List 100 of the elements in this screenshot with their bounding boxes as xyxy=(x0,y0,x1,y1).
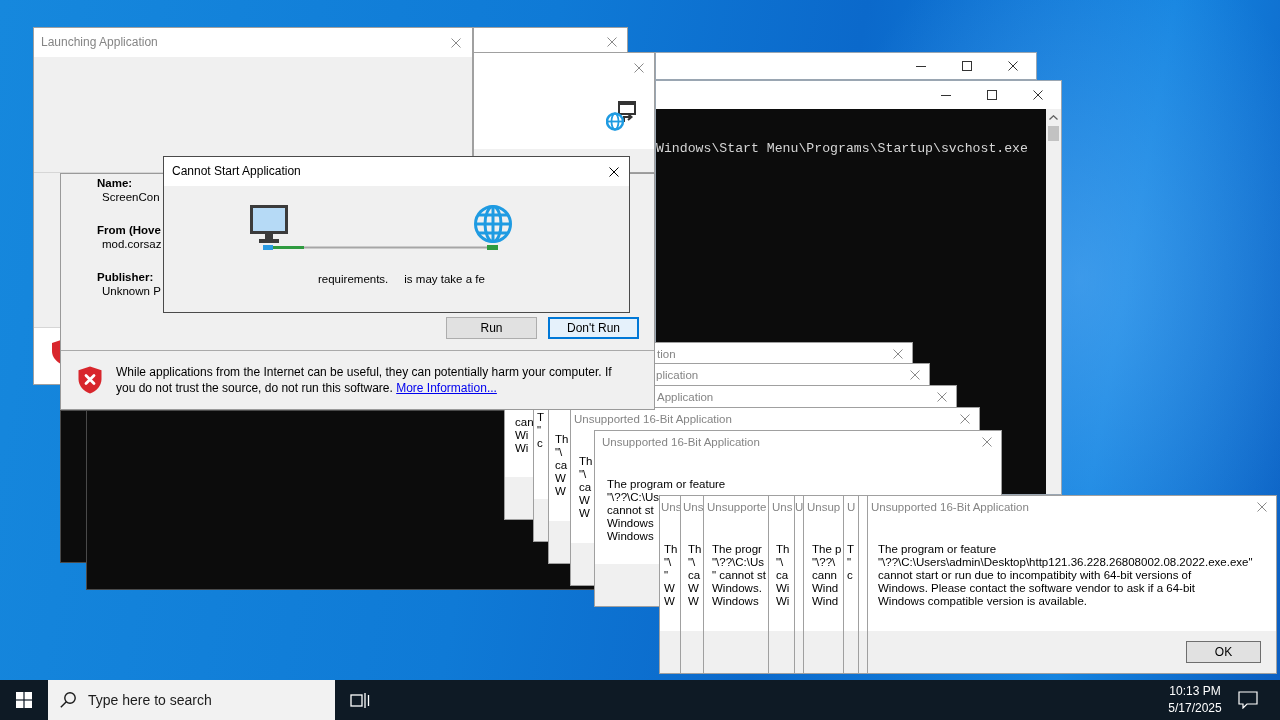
field-label: From (Hove xyxy=(97,223,161,237)
minimize-icon xyxy=(916,65,926,67)
message-text: c xyxy=(847,569,853,582)
scrollbar-thumb[interactable] xyxy=(1048,126,1059,141)
message-text: " xyxy=(537,424,542,437)
message-text: W xyxy=(664,582,675,595)
message-text: T xyxy=(537,411,545,424)
window-title: Uns xyxy=(683,499,704,515)
message-text: W xyxy=(579,507,590,520)
window-title: Cannot Start Application xyxy=(172,164,301,179)
console-text: Windows\Start Menu\Programs\Startup\svchost.exe xyxy=(656,141,1029,157)
window-title: U xyxy=(847,499,856,515)
task-view-icon xyxy=(350,691,370,709)
close-icon xyxy=(893,349,903,359)
message-text: " xyxy=(664,569,669,582)
scrollbar[interactable] xyxy=(1046,109,1061,494)
window-title: Application xyxy=(657,389,714,405)
close-icon xyxy=(609,166,619,177)
warning-text: While applications from the Internet can be useful, they can potentially harm your computer. If you do not trust the source, do not run this software. More Information... xyxy=(116,364,613,396)
message-text: Th xyxy=(664,543,678,556)
message-text: Windows compatible version is available. xyxy=(878,595,1087,608)
message-text: The progr xyxy=(712,543,762,556)
window-title: Unsupported 16-Bit Application xyxy=(602,434,760,450)
message-text: W xyxy=(555,472,566,485)
close-icon xyxy=(1257,502,1267,512)
window-title: Unsup xyxy=(807,499,841,515)
message-text: Wi xyxy=(776,582,790,595)
message-text: ca xyxy=(555,459,568,472)
close-icon xyxy=(607,37,617,47)
field-value: Unknown P xyxy=(102,284,161,298)
message-text: ca xyxy=(688,569,701,582)
message-text: "\ xyxy=(688,556,696,569)
message-text: The p xyxy=(812,543,842,556)
scroll-up-icon xyxy=(1049,115,1058,120)
message-text: ca xyxy=(579,481,592,494)
dialog-button[interactable]: Don't Run xyxy=(548,317,639,339)
window-title: Unsupported 16-Bit Application xyxy=(574,411,732,427)
close-icon xyxy=(1008,61,1018,71)
search-field[interactable]: Type here to search xyxy=(48,680,335,720)
message-text: W xyxy=(664,595,675,608)
message-text: Wind xyxy=(812,595,839,608)
message-text: "\??\C:\Users\admin\Desktop\http121.36.228.26808002.08.2022.exe.exe" xyxy=(878,556,1253,569)
chat-bubble-icon xyxy=(1237,691,1258,709)
message-text: W xyxy=(555,485,566,498)
message-text: "\ xyxy=(776,556,784,569)
message-text: "\ xyxy=(555,446,563,459)
window-title: tion xyxy=(657,346,676,362)
close-icon xyxy=(910,370,920,380)
window-title: Unsupporte xyxy=(707,499,767,515)
message-text: T xyxy=(847,543,855,556)
globe-icon xyxy=(474,205,512,243)
windows-logo-icon xyxy=(16,692,32,708)
window-title: Unsupported 16-Bit Application xyxy=(871,499,1029,515)
message-text: W xyxy=(688,595,699,608)
field-label: Name: xyxy=(97,176,133,190)
message-text: Wi xyxy=(515,429,529,442)
window-title: plication xyxy=(656,367,699,383)
close-icon xyxy=(937,392,947,402)
field-label: Publisher: xyxy=(97,270,154,284)
message-text: Windows. Please contact the software vendor to ask if a 64-bit xyxy=(878,582,1196,595)
shield-icon xyxy=(78,366,102,394)
field-value: mod.corsaz xyxy=(102,237,162,251)
status-text: requirements. xyxy=(318,272,389,286)
message-text: can xyxy=(515,416,534,429)
close-icon xyxy=(960,414,970,424)
minimize-icon xyxy=(941,94,951,96)
message-text: ca xyxy=(776,569,789,582)
message-text: c xyxy=(537,437,543,450)
ok-button[interactable]: OK xyxy=(1186,641,1261,663)
message-text: "\??\C:\Us xyxy=(607,491,659,504)
message-text: Wind xyxy=(812,582,839,595)
field-value: ScreenCon xyxy=(102,190,160,204)
close-icon xyxy=(634,62,644,73)
close-icon xyxy=(982,437,992,447)
close-icon xyxy=(1033,90,1043,100)
message-text: Windows xyxy=(607,517,654,530)
more-information-link[interactable]: More Information... xyxy=(396,381,497,395)
close-icon xyxy=(451,37,461,48)
window-title: Uns xyxy=(772,499,793,515)
message-text: Wi xyxy=(515,442,529,455)
message-text: cannot start or run due to incompatibity with 64-bit versions of xyxy=(878,569,1192,582)
message-text: W xyxy=(688,582,699,595)
message-text: " xyxy=(847,556,852,569)
message-text: The program or feature xyxy=(878,543,997,556)
window-title: Launching Application xyxy=(41,35,158,50)
message-text: Wi xyxy=(776,595,790,608)
message-text: W xyxy=(579,494,590,507)
message-text: "\??\C:\Us xyxy=(712,556,764,569)
message-text: cannot st xyxy=(607,504,654,517)
maximize-icon xyxy=(962,61,972,71)
message-text: Windows xyxy=(712,595,759,608)
message-text: Th xyxy=(776,543,790,556)
message-text: cann xyxy=(812,569,837,582)
monitor-icon xyxy=(250,205,288,243)
message-text: "\ xyxy=(664,556,672,569)
message-text: Windows xyxy=(607,530,654,543)
message-text: Windows. xyxy=(712,582,762,595)
clock-button[interactable]: 10:13 PM 5/17/2025 xyxy=(1160,680,1230,720)
message-text: "\ xyxy=(579,468,587,481)
dialog-button[interactable]: Run xyxy=(446,317,537,339)
